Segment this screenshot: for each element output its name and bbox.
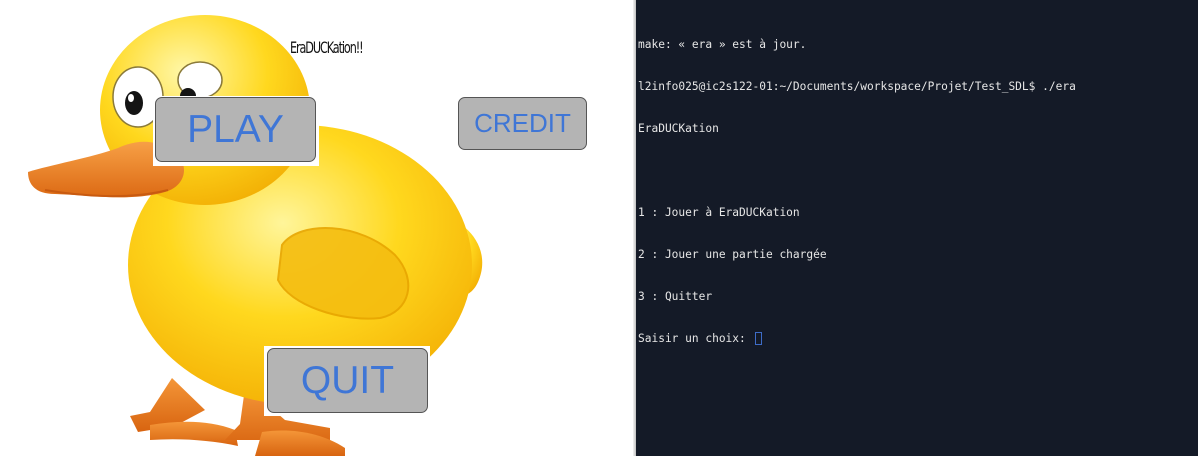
terminal-line: l2info025@ic2s122-01:~/Documents/workspa… [638, 80, 1076, 93]
terminal-output: make: « era » est à jour. l2info025@ic2s… [638, 10, 1076, 374]
game-title: EraDUCKation!! [290, 38, 364, 57]
terminal-line: 3 : Quitter [638, 290, 713, 303]
terminal-cursor [754, 332, 762, 345]
credit-button[interactable]: CREDIT [458, 97, 587, 150]
play-button[interactable]: PLAY [155, 97, 316, 162]
terminal-line: make: « era » est à jour. [638, 38, 807, 51]
terminal-prompt: Saisir un choix: [638, 332, 753, 345]
terminal-prompt-line[interactable]: Saisir un choix: [638, 332, 1076, 346]
game-window: EraDUCKation!! PLAY CREDIT QUIT [0, 0, 636, 456]
terminal-line: EraDUCKation [638, 122, 719, 135]
terminal-line: 2 : Jouer une partie chargée [638, 248, 827, 261]
terminal-line: 1 : Jouer à EraDUCKation [638, 206, 800, 219]
terminal-window[interactable]: make: « era » est à jour. l2info025@ic2s… [633, 0, 1198, 456]
quit-button[interactable]: QUIT [267, 348, 428, 413]
